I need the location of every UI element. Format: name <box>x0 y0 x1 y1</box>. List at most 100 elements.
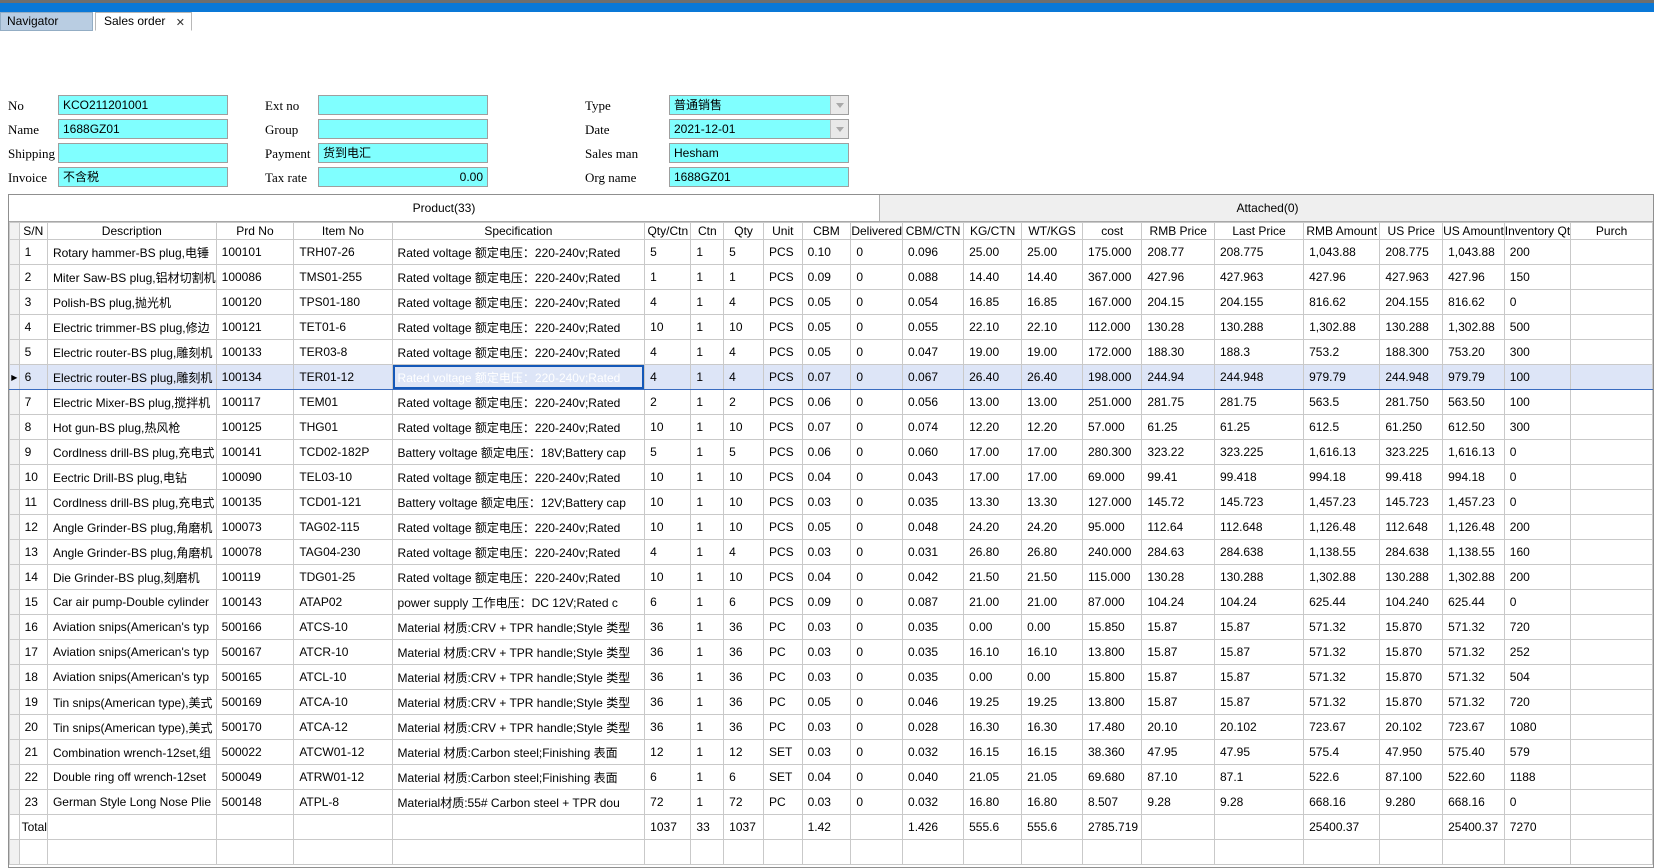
table-cell[interactable]: Rated voltage 额定电压：220-240v;Rated <box>392 315 645 340</box>
table-cell[interactable] <box>1571 615 1653 640</box>
table-cell[interactable]: Rated voltage 额定电压：220-240v;Rated <box>392 515 645 540</box>
table-cell[interactable]: 22.10 <box>1022 315 1083 340</box>
table-cell[interactable] <box>1571 565 1653 590</box>
table-cell[interactable]: 571.32 <box>1443 615 1505 640</box>
table-cell[interactable]: 12 <box>19 515 47 540</box>
table-cell[interactable]: 668.16 <box>1443 790 1505 815</box>
row-selector-cell[interactable] <box>10 540 20 565</box>
table-cell[interactable]: 281.75 <box>1215 390 1304 415</box>
table-cell[interactable]: 575.40 <box>1443 740 1505 765</box>
table-cell[interactable]: 571.32 <box>1443 640 1505 665</box>
table-cell[interactable]: 20.10 <box>1142 715 1215 740</box>
table-cell[interactable]: PC <box>763 665 802 690</box>
table-cell[interactable]: Cordlness drill-BS plug,充电式 <box>47 440 216 465</box>
table-cell[interactable]: 10 <box>645 465 691 490</box>
row-selector-cell[interactable] <box>10 790 20 815</box>
table-cell[interactable]: PCS <box>763 240 802 265</box>
table-cell[interactable]: 0 <box>851 440 903 465</box>
table-cell[interactable]: 100125 <box>216 415 294 440</box>
table-cell[interactable]: 1 <box>19 240 47 265</box>
table-cell[interactable]: 427.96 <box>1142 265 1215 290</box>
table-cell[interactable]: 15.87 <box>1142 615 1215 640</box>
table-cell[interactable]: 0 <box>851 765 903 790</box>
table-cell[interactable]: 1 <box>691 715 724 740</box>
table-cell[interactable]: 0.03 <box>802 640 851 665</box>
table-row[interactable]: 11Cordlness drill-BS plug,充电式100135TCD01… <box>10 490 1653 515</box>
table-cell[interactable]: 12 <box>724 740 764 765</box>
table-cell[interactable]: 26.80 <box>964 540 1022 565</box>
table-row[interactable]: 8Hot gun-BS plug,热风枪100125THG01Rated vol… <box>10 415 1653 440</box>
table-cell[interactable]: 1 <box>691 315 724 340</box>
table-cell[interactable]: TEL03-10 <box>294 465 392 490</box>
table-cell[interactable]: 668.16 <box>1304 790 1380 815</box>
column-header[interactable]: Qty <box>724 223 764 240</box>
table-cell[interactable]: 1 <box>724 265 764 290</box>
table-cell[interactable]: 6 <box>645 765 691 790</box>
table-cell[interactable]: 723.67 <box>1304 715 1380 740</box>
table-cell[interactable]: 13.800 <box>1083 690 1142 715</box>
table-cell[interactable]: 0.00 <box>1022 665 1083 690</box>
table-cell[interactable] <box>1571 740 1653 765</box>
table-cell[interactable]: 200 <box>1504 240 1570 265</box>
table-cell[interactable]: 0.035 <box>903 490 964 515</box>
table-cell[interactable]: Hot gun-BS plug,热风枪 <box>47 415 216 440</box>
table-cell[interactable]: 2 <box>645 390 691 415</box>
table-cell[interactable]: 500022 <box>216 740 294 765</box>
table-cell[interactable]: 36 <box>645 665 691 690</box>
table-cell[interactable]: 0.03 <box>802 615 851 640</box>
current-row-marker-icon[interactable]: ▶ <box>10 365 20 390</box>
table-cell[interactable]: 22.10 <box>964 315 1022 340</box>
table-cell[interactable]: 19 <box>19 690 47 715</box>
no-field[interactable]: KCO211201001 <box>58 95 228 115</box>
table-cell[interactable]: 723.67 <box>1443 715 1505 740</box>
table-cell[interactable]: Aviation snips(American's typ <box>47 640 216 665</box>
table-cell[interactable]: 4 <box>19 315 47 340</box>
table-cell[interactable]: 15.800 <box>1083 665 1142 690</box>
table-cell[interactable]: ATCR-10 <box>294 640 392 665</box>
table-cell[interactable]: 427.96 <box>1443 265 1505 290</box>
table-cell[interactable]: 500170 <box>216 715 294 740</box>
table-cell[interactable]: 13.30 <box>1022 490 1083 515</box>
table-cell[interactable]: 816.62 <box>1304 290 1380 315</box>
table-cell[interactable]: 72 <box>724 790 764 815</box>
table-cell[interactable]: 0.04 <box>802 565 851 590</box>
table-cell[interactable]: 0.05 <box>802 315 851 340</box>
date-dropdown[interactable]: 2021-12-01 <box>669 119 849 139</box>
table-cell[interactable]: 208.775 <box>1380 240 1443 265</box>
column-header[interactable]: CBM <box>802 223 851 240</box>
table-cell[interactable]: 1,138.55 <box>1443 540 1505 565</box>
shipping-field[interactable] <box>58 143 228 163</box>
table-cell[interactable]: Double ring off wrench-12set <box>47 765 216 790</box>
table-cell[interactable]: 367.000 <box>1083 265 1142 290</box>
table-row[interactable]: 16Aviation snips(American's typ500166ATC… <box>10 615 1653 640</box>
column-header[interactable]: Delivered <box>851 223 903 240</box>
row-selector-cell[interactable] <box>10 665 20 690</box>
table-cell[interactable]: 0 <box>851 315 903 340</box>
table-cell[interactable]: 26.40 <box>1022 365 1083 390</box>
table-cell[interactable]: 112.648 <box>1215 515 1304 540</box>
table-cell[interactable]: 0 <box>851 665 903 690</box>
table-cell[interactable]: 36 <box>645 640 691 665</box>
table-cell[interactable]: 0.048 <box>903 515 964 540</box>
table-cell[interactable]: PC <box>763 715 802 740</box>
table-cell[interactable]: TMS01-255 <box>294 265 392 290</box>
table-cell[interactable]: 0 <box>851 790 903 815</box>
table-cell[interactable]: 579 <box>1504 740 1570 765</box>
table-cell[interactable]: 1 <box>691 790 724 815</box>
table-cell[interactable]: 12.20 <box>964 415 1022 440</box>
table-cell[interactable]: 7 <box>19 390 47 415</box>
table-cell[interactable]: 21.05 <box>1022 765 1083 790</box>
table-cell[interactable]: 17.00 <box>1022 440 1083 465</box>
table-cell[interactable]: 994.18 <box>1304 465 1380 490</box>
table-cell[interactable]: 240.000 <box>1083 540 1142 565</box>
table-cell[interactable]: 571.32 <box>1443 665 1505 690</box>
table-cell[interactable]: 994.18 <box>1443 465 1505 490</box>
table-cell[interactable]: 200 <box>1504 515 1570 540</box>
table-cell[interactable]: 188.300 <box>1380 340 1443 365</box>
table-cell[interactable]: 1 <box>691 340 724 365</box>
column-header[interactable]: S/N <box>19 223 47 240</box>
table-cell[interactable]: 5 <box>724 240 764 265</box>
table-cell[interactable]: 1,302.88 <box>1443 565 1505 590</box>
table-cell[interactable]: 284.63 <box>1142 540 1215 565</box>
payment-field[interactable]: 货到电汇 <box>318 143 488 163</box>
